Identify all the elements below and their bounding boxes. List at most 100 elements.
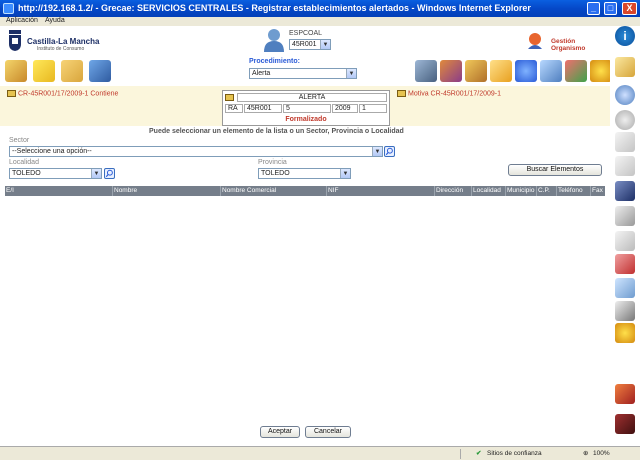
sector-select[interactable]: --Seleccione una opción-- ▼ [9,146,383,157]
contiene-link[interactable]: CR-45R001/17/2009-1 Contiene [7,90,118,97]
column-header[interactable]: Municipio [506,186,537,196]
minimize-button[interactable]: _ [587,2,600,15]
provincia-label: Provincia [258,159,287,166]
chart-tools-icon[interactable] [565,60,587,82]
alerta-number-cell: 5 [283,104,331,113]
tools-icon[interactable] [615,384,635,404]
column-header[interactable]: C.P. [537,186,557,196]
cancelar-button[interactable]: Cancelar [305,426,351,438]
laptop-icon[interactable] [415,60,437,82]
contiene-link-text: CR-45R001/17/2009-1 Contiene [18,90,119,98]
logo-subtitle: Instituto de Consumo [37,46,85,52]
alerta-org-cell: 45R001 [244,104,282,113]
localidad-search-icon[interactable] [104,168,115,179]
column-header[interactable]: Fax [591,186,605,196]
user-code-select[interactable]: 45R001 ▼ [289,39,331,50]
ie-icon [3,3,14,14]
folder-icon [7,90,16,97]
window-title: http://192.168.1.2/ - Grecae: SERVICIOS … [18,3,531,13]
document-icon[interactable] [615,57,635,77]
status-bar: ✔ Sitios de confianza ⊕ 100% [0,446,640,460]
print-icon[interactable] [615,301,635,321]
column-header[interactable]: Localidad [472,186,506,196]
aceptar-button[interactable]: Aceptar [260,426,300,438]
globe-icon[interactable] [515,60,537,82]
alerta-version-cell: 1 [359,104,387,113]
gestion-organismo-label[interactable]: Gestión Organismo [551,38,610,52]
edit-document-icon[interactable] [5,60,27,82]
info-icon[interactable]: i [615,26,635,46]
close-button[interactable]: X [622,2,637,15]
zone-label: Sitios de confianza [487,450,542,457]
column-header[interactable]: E/I [5,186,113,196]
instruction-text: Puede seleccionar un elemento de la list… [149,128,404,135]
tag-icon[interactable] [490,60,512,82]
menu-aplicacion[interactable]: Aplicación [6,17,38,24]
back-icon[interactable] [615,110,635,130]
results-table-body [5,196,605,422]
settings-icon[interactable] [615,323,635,343]
alerta-status: Formalizado [285,116,327,123]
window-title-bar: http://192.168.1.2/ - Grecae: SERVICIOS … [0,0,640,17]
localidad-label: Localidad [9,159,39,166]
column-header[interactable]: Teléfono [557,186,591,196]
right-sidebar: i [610,26,640,446]
exit-icon[interactable] [615,414,635,434]
folder-icon [397,90,406,97]
cut-icon[interactable] [615,206,635,226]
chevron-down-icon: ▼ [340,169,350,178]
alerta-type-cell: RA [225,104,243,113]
chevron-down-icon: ▼ [346,69,356,78]
trusted-check-icon: ✔ [476,450,482,457]
alerta-title: ALERTA [237,93,387,102]
sector-search-icon[interactable] [384,146,395,157]
provincia-value: TOLEDO [261,170,290,177]
menu-ayuda[interactable]: Ayuda [45,17,65,24]
gestion-organismo-icon[interactable] [525,31,545,51]
save-icon[interactable] [615,181,635,201]
column-header[interactable]: Nombre Comercial [221,186,327,196]
motiva-link[interactable]: Motiva CR-45R001/17/2009-1 [397,90,501,97]
motiva-link-text: Motiva CR-45R001/17/2009-1 [408,90,501,98]
copy-icon[interactable] [615,156,635,176]
clip-icon[interactable] [615,254,635,274]
bottle-icon[interactable] [615,278,635,298]
folder-icon[interactable] [61,60,83,82]
zoom-icon[interactable]: ⊕ [583,449,588,457]
results-table-header: E/I Nombre Nombre Comercial NIF Direcció… [5,186,605,196]
user-avatar-icon [264,29,284,52]
search-document-icon[interactable] [540,60,562,82]
maximize-button[interactable]: □ [604,2,617,15]
provincia-select[interactable]: TOLEDO ▼ [258,168,351,179]
localidad-select[interactable]: TOLEDO ▼ [9,168,102,179]
column-header[interactable]: Dirección [435,186,472,196]
logo-title: Castilla-La Mancha [27,37,100,46]
alerta-summary-box: ALERTA RA 45R001 5 2009 1 Formalizado [222,90,390,126]
boxes-icon[interactable] [465,60,487,82]
note-folder-icon[interactable] [33,60,55,82]
sun-gear-icon[interactable] [590,60,612,82]
books-icon[interactable] [440,60,462,82]
column-header[interactable]: Nombre [113,186,221,196]
user-code-label: ESPCOAL [289,30,323,37]
search-icon[interactable] [615,85,635,105]
computer-network-icon[interactable] [89,60,111,82]
tag-icon[interactable] [615,132,635,152]
sector-label: Sector [9,137,30,144]
user-code-value: 45R001 [292,41,317,48]
localidad-value: TOLEDO [12,170,41,177]
app-header: Castilla-La Mancha Instituto de Consumo … [0,26,610,58]
procedure-select[interactable]: Alerta ▼ [249,68,357,79]
zoom-level[interactable]: 100% [593,450,610,457]
buscar-elementos-button[interactable]: Buscar Elementos [508,164,602,176]
sector-value: --Seleccione una opción-- [12,148,92,155]
alerta-year-cell: 2009 [332,104,358,113]
main-toolbar: Procedimiento: Alerta ▼ [0,58,612,84]
column-header[interactable]: NIF [327,186,435,196]
paste-icon[interactable] [615,231,635,251]
procedure-value: Alerta [252,70,271,77]
folder-icon[interactable] [225,94,234,101]
menu-bar: Aplicación Ayuda [0,17,640,26]
castilla-la-mancha-shield-icon [9,30,21,51]
chevron-down-icon: ▼ [91,169,101,178]
